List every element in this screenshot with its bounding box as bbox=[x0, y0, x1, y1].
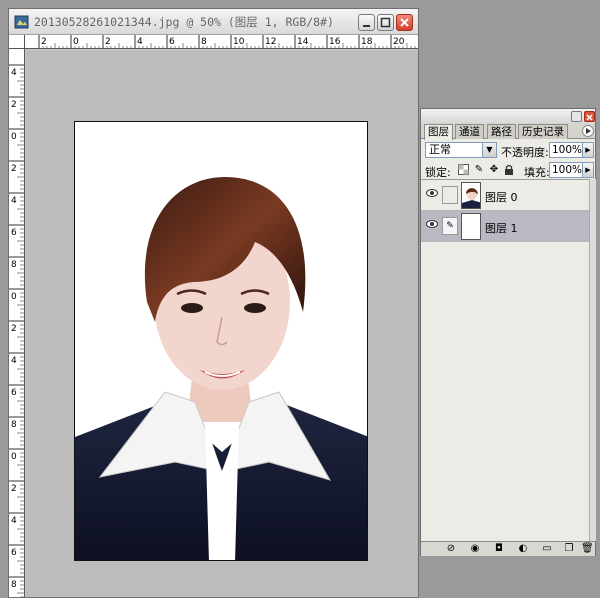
blend-mode-value: 正常 bbox=[429, 143, 451, 156]
lock-fill-row: 锁定: ✎ ✥ 填充: 100% ▶ bbox=[421, 160, 595, 180]
document-title: 20130528261021344.jpg @ 50% (图层 1, RGB/8… bbox=[34, 15, 334, 29]
blend-opacity-row: 正常 ▼ 不透明度: 100% ▶ bbox=[421, 140, 595, 160]
panel-close-button[interactable] bbox=[584, 111, 595, 122]
ruler-label: 2 bbox=[11, 164, 17, 174]
ruler-label: 10 bbox=[233, 37, 245, 47]
layer-name[interactable]: 图层 1 bbox=[485, 220, 518, 236]
ruler-label: 6 bbox=[11, 388, 17, 398]
ruler-label: 16 bbox=[329, 37, 341, 47]
panel-menu-button[interactable] bbox=[582, 125, 594, 137]
tab-channels[interactable]: 通道 bbox=[455, 124, 484, 139]
ruler-label: 8 bbox=[201, 37, 207, 47]
vertical-ruler[interactable]: 4 2 0 2 4 6 8 0 2 4 6 8 0 2 4 6 8 bbox=[9, 49, 25, 597]
layer-link-cell[interactable] bbox=[442, 186, 458, 204]
canvas-area[interactable] bbox=[26, 50, 418, 597]
vertical-ruler-ticks: 4 2 0 2 4 6 8 0 2 4 6 8 0 2 4 6 8 bbox=[9, 64, 24, 597]
ruler-label: 0 bbox=[11, 452, 17, 462]
layers-panel: 图层 通道 路径 历史记录 正常 ▼ 不透明度: 100% ▶ 锁定: ✎ ✥ … bbox=[420, 108, 596, 556]
brush-icon[interactable]: ✎ bbox=[442, 217, 458, 235]
ruler-label: 6 bbox=[11, 548, 17, 558]
maximize-button[interactable] bbox=[377, 14, 394, 31]
ruler-label: 0 bbox=[11, 292, 17, 302]
fill-input[interactable]: 100% bbox=[549, 162, 583, 178]
lock-all-padlock-icon[interactable] bbox=[503, 164, 515, 176]
maximize-icon bbox=[380, 17, 391, 28]
eye-icon[interactable] bbox=[425, 219, 439, 233]
close-icon bbox=[586, 114, 593, 121]
layer-mask-icon[interactable]: ◘ bbox=[493, 543, 505, 555]
layers-bottom-toolbar: ⊘ ◉ ◘ ◐ ▭ ❐ 🗑 bbox=[421, 541, 595, 556]
chevron-down-icon[interactable]: ▼ bbox=[482, 143, 496, 157]
lock-label: 锁定: bbox=[425, 166, 451, 179]
layer-style-icon[interactable]: ◉ bbox=[469, 543, 481, 555]
panel-title-bar[interactable] bbox=[421, 109, 595, 123]
ruler-label: 4 bbox=[11, 516, 17, 526]
lock-transparency-icon[interactable] bbox=[457, 164, 469, 176]
lock-pixels-brush-icon[interactable]: ✎ bbox=[473, 164, 485, 176]
tab-layers[interactable]: 图层 bbox=[424, 124, 453, 140]
ruler-label: 8 bbox=[11, 580, 17, 590]
ruler-label: 18 bbox=[361, 37, 373, 47]
layer-thumbnail-blank bbox=[461, 213, 481, 240]
link-layers-icon[interactable]: ⊘ bbox=[445, 543, 457, 555]
document-title-bar[interactable]: 20130528261021344.jpg @ 50% (图层 1, RGB/8… bbox=[9, 9, 418, 35]
layers-list: 图层 0 ✎ 图层 1 bbox=[421, 179, 589, 541]
new-group-folder-icon[interactable]: ▭ bbox=[541, 543, 553, 555]
ruler-label: 20 bbox=[393, 37, 405, 47]
ruler-label: 2 bbox=[11, 324, 17, 334]
layer-row-1[interactable]: ✎ 图层 1 bbox=[421, 211, 589, 242]
ruler-label: 4 bbox=[11, 196, 17, 206]
ruler-label: 0 bbox=[11, 132, 17, 142]
ruler-label: 12 bbox=[265, 37, 276, 47]
id-photo-image[interactable] bbox=[74, 121, 368, 561]
layers-scrollbar[interactable] bbox=[589, 179, 596, 541]
tab-paths[interactable]: 路径 bbox=[487, 124, 516, 139]
panel-minimize-button[interactable] bbox=[571, 111, 582, 122]
ruler-label: 8 bbox=[11, 420, 17, 430]
document-window: 20130528261021344.jpg @ 50% (图层 1, RGB/8… bbox=[8, 8, 419, 598]
close-icon bbox=[400, 18, 409, 27]
ruler-label: 4 bbox=[137, 37, 143, 47]
trash-icon[interactable]: 🗑 bbox=[581, 543, 594, 555]
opacity-slider-button[interactable]: ▶ bbox=[582, 142, 594, 158]
horizontal-ruler[interactable]: 2 0 2 4 6 8 10 12 14 16 18 20 bbox=[25, 35, 418, 49]
panel-tabs: 图层 通道 路径 历史记录 bbox=[421, 123, 595, 140]
ruler-label: 4 bbox=[11, 68, 17, 78]
opacity-input[interactable]: 100% bbox=[549, 142, 583, 158]
layer-thumbnail-portrait bbox=[461, 182, 481, 209]
minimize-icon bbox=[363, 25, 370, 27]
layer-row-0[interactable]: 图层 0 bbox=[421, 180, 589, 211]
ruler-label: 4 bbox=[11, 356, 17, 366]
ruler-label: 2 bbox=[11, 484, 17, 494]
portrait-illustration bbox=[75, 122, 367, 560]
adjustment-layer-icon[interactable]: ◐ bbox=[517, 543, 529, 555]
fill-label: 填充: bbox=[524, 166, 550, 179]
new-layer-icon[interactable]: ❐ bbox=[563, 543, 575, 555]
play-arrow-icon bbox=[586, 128, 591, 134]
layer-name[interactable]: 图层 0 bbox=[485, 189, 518, 205]
ruler-origin[interactable] bbox=[9, 35, 25, 49]
ruler-label: 14 bbox=[297, 37, 309, 47]
opacity-label: 不透明度: bbox=[501, 146, 549, 159]
ruler-label: 0 bbox=[73, 37, 79, 47]
horizontal-ruler-ticks: 2 0 2 4 6 8 10 12 14 16 18 20 bbox=[38, 35, 416, 48]
close-button[interactable] bbox=[396, 14, 413, 31]
ruler-label: 2 bbox=[105, 37, 111, 47]
eye-icon[interactable] bbox=[425, 188, 439, 202]
ruler-label: 6 bbox=[11, 228, 17, 238]
ruler-label: 2 bbox=[41, 37, 47, 47]
blend-mode-select[interactable]: 正常 ▼ bbox=[425, 142, 497, 158]
lock-position-move-icon[interactable]: ✥ bbox=[488, 164, 500, 176]
photoshop-document-icon bbox=[14, 15, 29, 29]
ruler-label: 2 bbox=[11, 100, 17, 110]
fill-slider-button[interactable]: ▶ bbox=[582, 162, 594, 178]
ruler-label: 6 bbox=[169, 37, 175, 47]
tab-history[interactable]: 历史记录 bbox=[518, 124, 568, 139]
ruler-label: 8 bbox=[11, 260, 17, 270]
minimize-button[interactable] bbox=[358, 14, 375, 31]
